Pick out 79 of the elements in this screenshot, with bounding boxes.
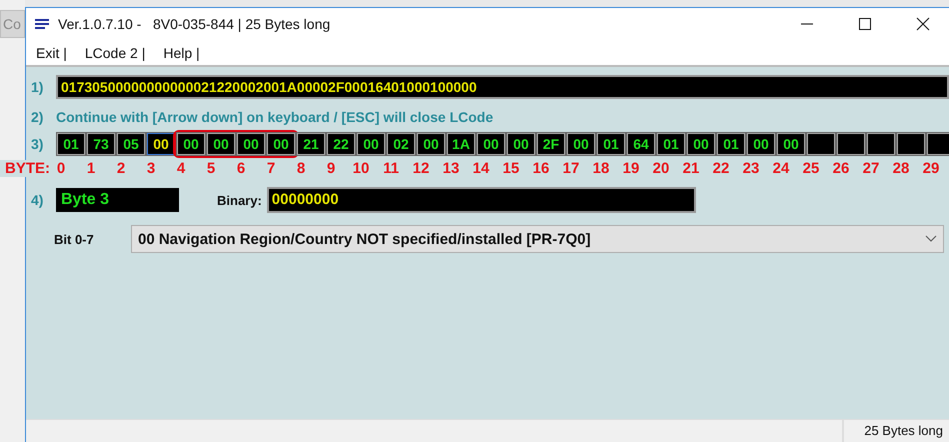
byte-cell[interactable]: 05 bbox=[117, 133, 145, 155]
chevron-icon bbox=[925, 235, 937, 243]
byte-cell[interactable]: 00 bbox=[507, 133, 535, 155]
binary-field[interactable]: 00000000 bbox=[266, 187, 696, 213]
byte-index: 2 bbox=[116, 160, 126, 177]
byte-cell[interactable] bbox=[837, 133, 865, 155]
byte-index: 13 bbox=[442, 160, 460, 177]
byte-cell[interactable]: 01 bbox=[657, 133, 685, 155]
byte-cell[interactable]: 00 bbox=[777, 133, 805, 155]
byte-index: 22 bbox=[712, 160, 730, 177]
byte-cell[interactable]: 2F bbox=[537, 133, 565, 155]
byte-cell[interactable]: 1A bbox=[447, 133, 475, 155]
byte-index: 1 bbox=[86, 160, 96, 177]
app-logo-icon bbox=[32, 16, 52, 32]
byte-cell[interactable]: 00 bbox=[567, 133, 595, 155]
byte-index: 23 bbox=[742, 160, 760, 177]
byte-index: 15 bbox=[502, 160, 520, 177]
byte-caption: BYTE: bbox=[4, 160, 46, 177]
byte-cell[interactable]: 22 bbox=[327, 133, 355, 155]
menu-item[interactable]: Exit | bbox=[36, 44, 67, 60]
byte-index: 9 bbox=[326, 160, 336, 177]
byte-cell[interactable]: 00 bbox=[417, 133, 445, 155]
byte-cell[interactable]: 21 bbox=[297, 133, 325, 155]
byte-index: 17 bbox=[562, 160, 580, 177]
byte-cell[interactable]: 64 bbox=[627, 133, 655, 155]
byte-index: 20 bbox=[652, 160, 670, 177]
status-text: 25 Bytes long bbox=[842, 420, 949, 442]
byte-cell[interactable] bbox=[927, 133, 949, 155]
byte-index: 26 bbox=[832, 160, 850, 177]
byte-cell[interactable]: 00 bbox=[177, 133, 205, 155]
byte-index: 18 bbox=[592, 160, 610, 177]
byte-index: 0 bbox=[56, 160, 66, 177]
binary-label: Binary: bbox=[217, 192, 262, 208]
byte-cell[interactable]: 00 bbox=[687, 133, 715, 155]
menu-item[interactable]: Help | bbox=[163, 44, 200, 60]
byte-cell[interactable] bbox=[897, 133, 925, 155]
byte-index: 27 bbox=[862, 160, 880, 177]
byte-index: 3 bbox=[146, 160, 156, 177]
byte-index: 21 bbox=[682, 160, 700, 177]
instruction-text: Continue with [Arrow down] on keyboard / [ESC] will close LCode bbox=[56, 109, 494, 125]
byte-cell[interactable]: 00 bbox=[147, 133, 175, 155]
bits-label: Bit 0-7 bbox=[54, 232, 95, 246]
byte-index: 4 bbox=[176, 160, 186, 177]
byte-index: 10 bbox=[352, 160, 370, 177]
menu-item[interactable]: LCode 2 | bbox=[84, 44, 146, 60]
hex-code-field[interactable]: 01730500000000000021220002001A00002F00016401000100000 bbox=[56, 75, 949, 99]
byte-cell[interactable]: 01 bbox=[597, 133, 625, 155]
byte-index: 24 bbox=[772, 160, 790, 177]
byte-cell[interactable]: 00 bbox=[357, 133, 385, 155]
byte-cell[interactable] bbox=[867, 133, 895, 155]
byte-index: 14 bbox=[472, 160, 490, 177]
byte-index: 19 bbox=[622, 160, 640, 177]
byte-index: 6 bbox=[236, 160, 246, 177]
byte-index: 11 bbox=[382, 160, 400, 177]
byte-index: 8 bbox=[296, 160, 306, 177]
byte-index: 28 bbox=[892, 160, 910, 177]
byte-index: 16 bbox=[532, 160, 550, 177]
step-number: 1) bbox=[31, 79, 44, 95]
byte-index: 5 bbox=[206, 160, 216, 177]
byte-name-field: Byte 3 bbox=[56, 188, 179, 212]
byte-cell[interactable]: 02 bbox=[387, 133, 415, 155]
byte-cell[interactable]: 00 bbox=[267, 133, 295, 155]
byte-cell[interactable]: 01 bbox=[57, 133, 85, 155]
byte-cell[interactable]: 00 bbox=[747, 133, 775, 155]
byte-cell[interactable]: 00 bbox=[207, 133, 235, 155]
bits-dropdown[interactable]: 00 Navigation Region/Country NOT specified/installed [PR-7Q0] bbox=[131, 225, 944, 253]
byte-cell[interactable]: 73 bbox=[87, 133, 115, 155]
step-number: 2) bbox=[31, 109, 44, 125]
byte-cell[interactable]: 01 bbox=[717, 133, 745, 155]
byte-cell[interactable]: 00 bbox=[237, 133, 265, 155]
step-number: 3) bbox=[31, 136, 44, 152]
byte-cell[interactable] bbox=[807, 133, 835, 155]
window-title: Ver.1.0.7.10 - 8V0-035-844 | 25 Bytes long bbox=[58, 16, 332, 32]
byte-index: 7 bbox=[266, 160, 276, 177]
step-number: 4) bbox=[31, 192, 44, 208]
byte-index: 12 bbox=[412, 160, 430, 177]
byte-index: 25 bbox=[802, 160, 820, 177]
byte-index: 29 bbox=[922, 160, 940, 177]
byte-cell[interactable]: 00 bbox=[477, 133, 505, 155]
